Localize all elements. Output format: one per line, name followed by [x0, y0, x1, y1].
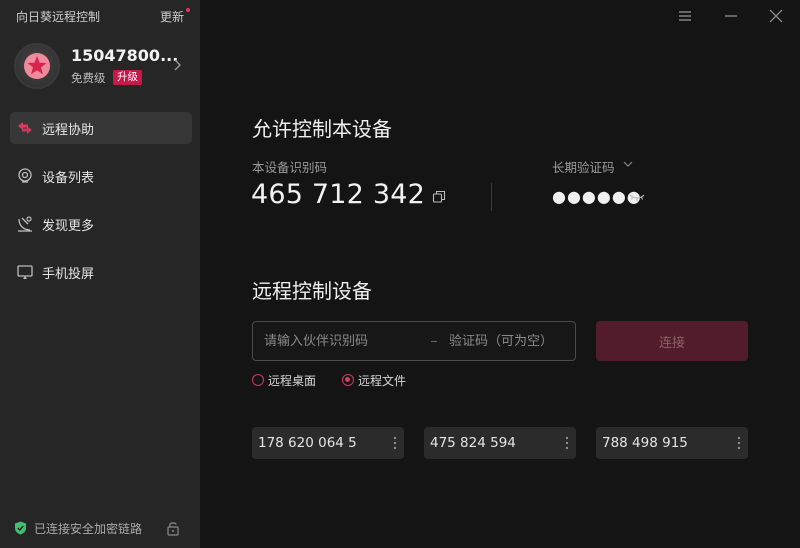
input-separator — [431, 341, 437, 342]
connect-button[interactable]: 连接 — [596, 321, 748, 361]
history-item[interactable]: 475 824 594 — [424, 427, 576, 459]
account-tier: 免费级 — [71, 71, 106, 85]
sidebar: 向日葵远程控制 更新 15047800... 免费级 升级 远程协助 设备列表 — [0, 0, 200, 548]
device-list-icon — [18, 168, 32, 183]
chevron-right-icon — [174, 59, 181, 71]
radio-circle — [252, 374, 264, 386]
verify-code-input[interactable] — [449, 322, 571, 360]
app-title: 向日葵远程控制 — [16, 10, 101, 24]
sidebar-item-screen-cast[interactable]: 手机投屏 — [10, 256, 192, 288]
radio-label: 远程文件 — [358, 374, 407, 388]
discover-icon — [18, 216, 32, 232]
device-code-label: 本设备识别码 — [252, 160, 328, 175]
minimize-icon[interactable] — [722, 8, 740, 24]
chevron-down-icon[interactable] — [622, 159, 634, 169]
more-vertical-icon[interactable] — [565, 436, 569, 450]
username: 15047800... — [71, 46, 179, 65]
user-profile[interactable]: 15047800... 免费级 升级 — [14, 43, 190, 89]
close-icon[interactable] — [767, 8, 785, 24]
allow-control-title: 允许控制本设备 — [252, 117, 392, 141]
device-code: 465 712 342 — [251, 179, 425, 210]
eye-closed-icon[interactable] — [628, 192, 646, 202]
verify-code-label: 长期验证码 — [552, 160, 615, 175]
connect-input-group — [252, 321, 576, 361]
status-text: 已连接安全加密链路 — [34, 522, 143, 536]
star-avatar-icon — [24, 53, 50, 79]
remote-control-title: 远程控制设备 — [252, 279, 372, 303]
update-notification-dot — [186, 8, 190, 12]
more-vertical-icon[interactable] — [737, 436, 741, 450]
divider — [491, 183, 492, 211]
history-code: 475 824 594 — [430, 435, 516, 451]
more-vertical-icon[interactable] — [393, 436, 397, 450]
upgrade-badge[interactable]: 升级 — [113, 70, 142, 85]
radio-label: 远程桌面 — [268, 374, 317, 388]
history-item[interactable]: 178 620 064 5 — [252, 427, 404, 459]
remote-assist-icon — [18, 122, 32, 134]
lock-icon[interactable] — [166, 520, 180, 536]
sidebar-item-device-list[interactable]: 设备列表 — [10, 160, 192, 192]
sidebar-item-remote-assist[interactable]: 远程协助 — [10, 112, 192, 144]
avatar — [14, 43, 60, 89]
shield-check-icon — [15, 521, 26, 535]
history-item[interactable]: 788 498 915 — [596, 427, 748, 459]
partner-code-input[interactable] — [264, 322, 424, 360]
screen-cast-icon — [17, 265, 33, 279]
sidebar-item-discover[interactable]: 发现更多 — [10, 208, 192, 240]
update-link[interactable]: 更新 — [160, 8, 184, 25]
radio-circle — [342, 374, 354, 386]
sidebar-item-label: 发现更多 — [42, 219, 95, 234]
sidebar-item-label: 远程协助 — [42, 123, 95, 138]
menu-icon[interactable] — [676, 8, 694, 24]
history-code: 788 498 915 — [602, 435, 688, 451]
sidebar-item-label: 手机投屏 — [42, 267, 95, 282]
copy-icon[interactable] — [432, 190, 446, 204]
sidebar-item-label: 设备列表 — [42, 171, 95, 186]
history-code: 178 620 064 5 — [258, 435, 357, 451]
